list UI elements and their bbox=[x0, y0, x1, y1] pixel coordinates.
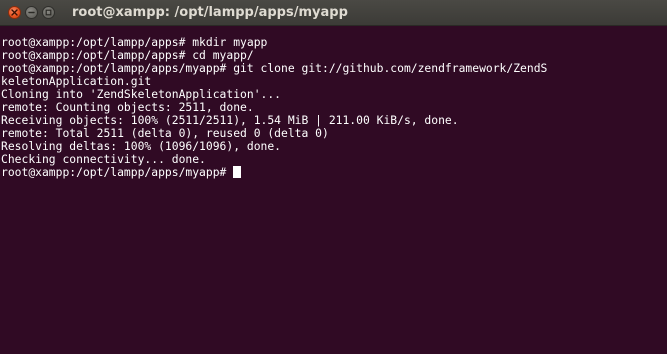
terminal-output[interactable]: root@xampp:/opt/lampp/apps# mkdir myapp … bbox=[0, 26, 667, 354]
close-icon bbox=[11, 9, 18, 16]
window-title: root@xampp: /opt/lampp/apps/myapp bbox=[72, 5, 348, 20]
title-bar[interactable]: root@xampp: /opt/lampp/apps/myapp bbox=[0, 0, 667, 26]
text-cursor bbox=[233, 166, 242, 178]
maximize-button[interactable] bbox=[42, 6, 55, 19]
minimize-button[interactable] bbox=[25, 6, 38, 19]
shell-prompt: root@xampp:/opt/lampp/apps/myapp# bbox=[1, 165, 227, 179]
maximize-icon bbox=[45, 9, 52, 16]
prompt-line[interactable]: root@xampp:/opt/lampp/apps/myapp# bbox=[1, 165, 242, 179]
minimize-icon bbox=[28, 11, 35, 14]
terminal-window: root@xampp: /opt/lampp/apps/myapp root@x… bbox=[0, 0, 667, 354]
close-button[interactable] bbox=[8, 6, 21, 19]
